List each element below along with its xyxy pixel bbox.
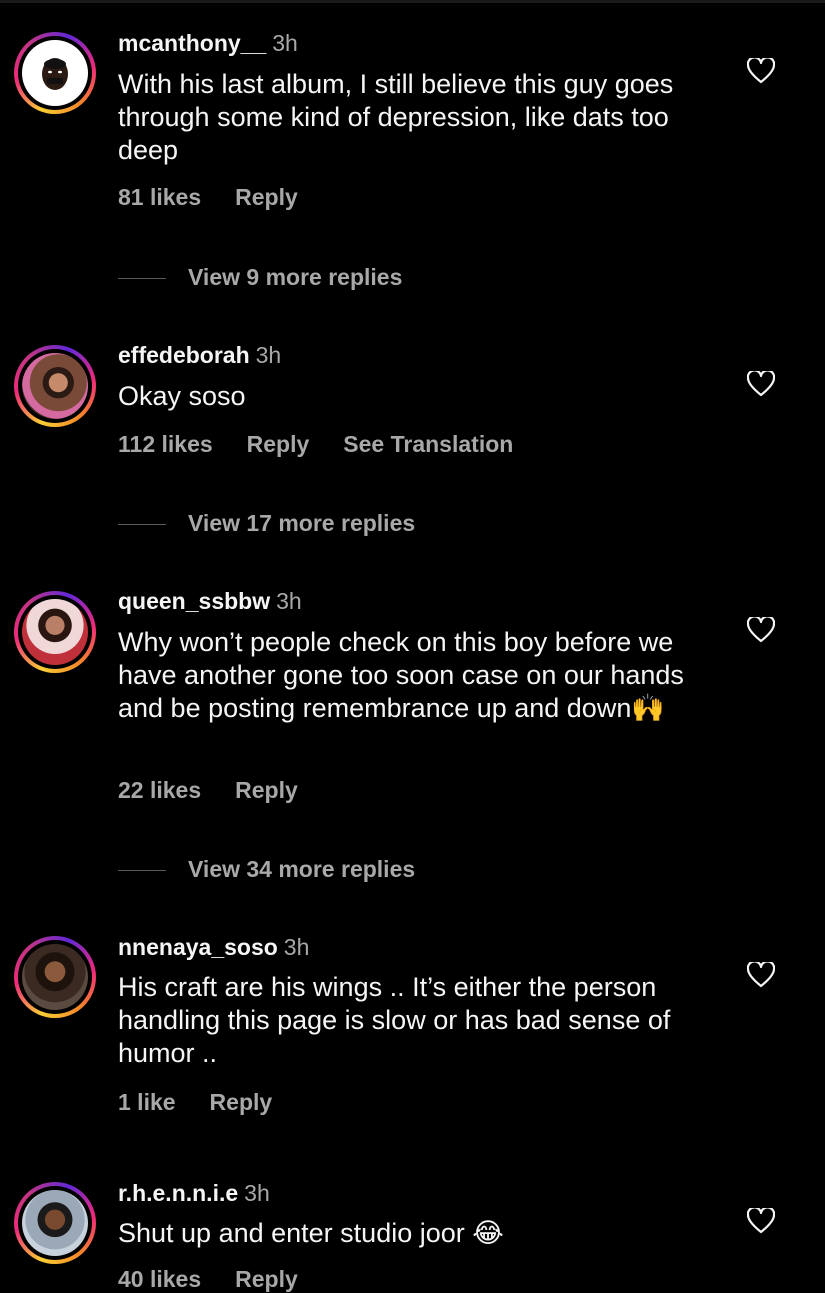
comment-actions: 1 like Reply	[118, 1089, 306, 1116]
view-replies-button[interactable]: View 9 more replies	[118, 264, 402, 291]
likes-count[interactable]: 40 likes	[118, 1266, 201, 1292]
story-ring[interactable]	[14, 936, 96, 1018]
avatar	[22, 353, 88, 419]
comment-actions: 22 likes Reply	[118, 777, 332, 804]
comment-actions: 81 likes Reply	[118, 184, 332, 211]
likes-count[interactable]: 112 likes	[118, 431, 213, 457]
avatar	[22, 1190, 88, 1256]
heart-icon[interactable]	[746, 960, 776, 988]
reply-button[interactable]: Reply	[235, 777, 298, 803]
avatar	[22, 944, 88, 1010]
comment-text: Why won’t people check on this boy befor…	[118, 627, 684, 723]
avatar	[22, 599, 88, 665]
comment-time: 3h	[244, 1180, 270, 1206]
reply-button[interactable]: Reply	[210, 1089, 273, 1115]
view-replies-button[interactable]: View 17 more replies	[118, 510, 415, 537]
heart-icon[interactable]	[746, 615, 776, 643]
comment-username[interactable]: queen_ssbbw 3h	[118, 588, 302, 615]
reply-button[interactable]: Reply	[235, 184, 298, 210]
heart-icon[interactable]	[746, 56, 776, 84]
likes-count[interactable]: 1 like	[118, 1089, 176, 1115]
replies-divider	[118, 870, 166, 872]
replies-divider	[118, 278, 166, 280]
comment-time: 3h	[283, 934, 310, 960]
story-ring[interactable]	[14, 345, 96, 427]
comment-time: 3h	[272, 30, 298, 56]
comment-actions: 112 likes Reply See Translation	[118, 431, 547, 458]
heart-icon[interactable]	[746, 369, 776, 397]
comment-username[interactable]: r.h.e.n.n.i.e 3h	[118, 1180, 270, 1207]
story-ring[interactable]	[14, 32, 96, 114]
likes-count[interactable]: 81 likes	[118, 184, 201, 210]
replies-divider	[118, 524, 166, 526]
comment-text: Shut up and enter studio joor 😂	[118, 1218, 504, 1248]
story-ring[interactable]	[14, 1182, 96, 1264]
comment-text: Okay soso	[118, 381, 246, 411]
comment-time: 3h	[276, 588, 302, 614]
comment-time: 3h	[255, 342, 282, 368]
comment-text: His craft are his wings .. It’s either t…	[118, 972, 671, 1068]
comment-text: With his last album, I still believe thi…	[118, 69, 674, 165]
comment-username[interactable]: nnenaya_soso 3h	[118, 934, 309, 961]
reply-button[interactable]: Reply	[235, 1266, 298, 1292]
comment-username[interactable]: effedeborah 3h	[118, 342, 281, 369]
story-ring[interactable]	[14, 591, 96, 673]
reply-button[interactable]: Reply	[247, 431, 310, 457]
avatar	[22, 40, 88, 106]
see-translation-button[interactable]: See Translation	[343, 431, 513, 457]
likes-count[interactable]: 22 likes	[118, 777, 201, 803]
top-divider	[0, 0, 825, 3]
view-replies-button[interactable]: View 34 more replies	[118, 856, 415, 883]
comment-username[interactable]: mcanthony__ 3h	[118, 30, 298, 57]
heart-icon[interactable]	[746, 1206, 776, 1234]
